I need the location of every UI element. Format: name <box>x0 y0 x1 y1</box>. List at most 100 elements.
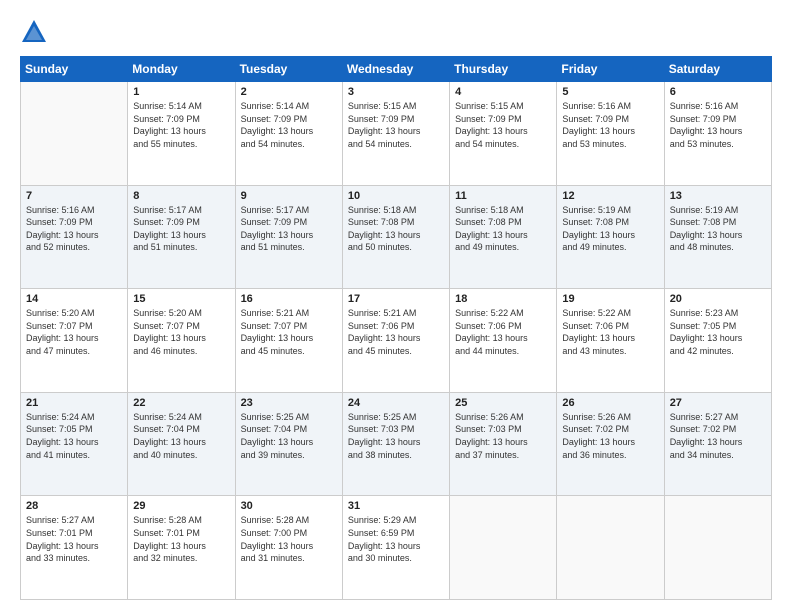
day-number: 1 <box>133 86 229 98</box>
calendar-cell: 4 Sunrise: 5:15 AMSunset: 7:09 PMDaylight… <box>450 82 557 186</box>
day-number: 27 <box>670 397 766 409</box>
day-info: Sunrise: 5:22 AMSunset: 7:06 PMDaylight:… <box>455 307 551 357</box>
calendar-week-row: 21 Sunrise: 5:24 AMSunset: 7:05 PMDayligh… <box>21 392 772 496</box>
day-number: 25 <box>455 397 551 409</box>
calendar-cell <box>664 496 771 600</box>
weekday-header: Monday <box>128 57 235 82</box>
calendar-week-row: 28 Sunrise: 5:27 AMSunset: 7:01 PMDayligh… <box>21 496 772 600</box>
calendar-cell: 18 Sunrise: 5:22 AMSunset: 7:06 PMDayligh… <box>450 289 557 393</box>
calendar-cell: 13Sunrise: 5:19 AMSunset: 7:08 PMDayligh… <box>664 185 771 289</box>
day-info: Sunrise: 5:26 AMSunset: 7:02 PMDaylight:… <box>562 411 658 461</box>
day-number: 26 <box>562 397 658 409</box>
calendar-cell: 6 Sunrise: 5:16 AMSunset: 7:09 PMDaylight… <box>664 82 771 186</box>
calendar-week-row: 1 Sunrise: 5:14 AMSunset: 7:09 PMDaylight… <box>21 82 772 186</box>
day-number: 13 <box>670 190 766 202</box>
header <box>20 18 772 46</box>
day-info: Sunrise: 5:15 AMSunset: 7:09 PMDaylight:… <box>455 100 551 150</box>
calendar-cell: 5 Sunrise: 5:16 AMSunset: 7:09 PMDaylight… <box>557 82 664 186</box>
day-number: 5 <box>562 86 658 98</box>
calendar-cell: 10 Sunrise: 5:18 AMSunset: 7:08 PMDayligh… <box>342 185 449 289</box>
day-info: Sunrise: 5:22 AMSunset: 7:06 PMDaylight:… <box>562 307 658 357</box>
day-number: 22 <box>133 397 229 409</box>
calendar-cell: 7 Sunrise: 5:16 AMSunset: 7:09 PMDaylight… <box>21 185 128 289</box>
day-number: 8 <box>133 190 229 202</box>
calendar-cell: 29 Sunrise: 5:28 AMSunset: 7:01 PMDayligh… <box>128 496 235 600</box>
calendar-cell: 21 Sunrise: 5:24 AMSunset: 7:05 PMDayligh… <box>21 392 128 496</box>
day-number: 12 <box>562 190 658 202</box>
day-info: Sunrise: 5:26 AMSunset: 7:03 PMDaylight:… <box>455 411 551 461</box>
weekday-header: Friday <box>557 57 664 82</box>
day-info: Sunrise: 5:14 AMSunset: 7:09 PMDaylight:… <box>133 100 229 150</box>
header-row: SundayMondayTuesdayWednesdayThursdayFrid… <box>21 57 772 82</box>
calendar-table: SundayMondayTuesdayWednesdayThursdayFrid… <box>20 56 772 600</box>
day-info: Sunrise: 5:28 AMSunset: 7:00 PMDaylight:… <box>241 514 337 564</box>
weekday-header: Wednesday <box>342 57 449 82</box>
day-number: 29 <box>133 500 229 512</box>
day-number: 20 <box>670 293 766 305</box>
day-info: Sunrise: 5:25 AMSunset: 7:04 PMDaylight:… <box>241 411 337 461</box>
day-info: Sunrise: 5:24 AMSunset: 7:04 PMDaylight:… <box>133 411 229 461</box>
day-info: Sunrise: 5:18 AMSunset: 7:08 PMDaylight:… <box>455 204 551 254</box>
calendar-cell: 2Sunrise: 5:14 AMSunset: 7:09 PMDaylight… <box>235 82 342 186</box>
day-info: Sunrise: 5:17 AMSunset: 7:09 PMDaylight:… <box>241 204 337 254</box>
calendar-cell <box>450 496 557 600</box>
day-number: 15 <box>133 293 229 305</box>
calendar-cell <box>21 82 128 186</box>
calendar-cell: 8Sunrise: 5:17 AMSunset: 7:09 PMDaylight… <box>128 185 235 289</box>
calendar-cell: 16Sunrise: 5:21 AMSunset: 7:07 PMDayligh… <box>235 289 342 393</box>
day-info: Sunrise: 5:21 AMSunset: 7:07 PMDaylight:… <box>241 307 337 357</box>
day-info: Sunrise: 5:16 AMSunset: 7:09 PMDaylight:… <box>670 100 766 150</box>
day-info: Sunrise: 5:18 AMSunset: 7:08 PMDaylight:… <box>348 204 444 254</box>
day-number: 23 <box>241 397 337 409</box>
logo-icon <box>20 18 48 46</box>
weekday-header: Sunday <box>21 57 128 82</box>
calendar-cell: 22 Sunrise: 5:24 AMSunset: 7:04 PMDayligh… <box>128 392 235 496</box>
day-info: Sunrise: 5:23 AMSunset: 7:05 PMDaylight:… <box>670 307 766 357</box>
day-number: 28 <box>26 500 122 512</box>
day-number: 10 <box>348 190 444 202</box>
calendar-cell: 3 Sunrise: 5:15 AMSunset: 7:09 PMDaylight… <box>342 82 449 186</box>
day-number: 21 <box>26 397 122 409</box>
calendar-cell: 30Sunrise: 5:28 AMSunset: 7:00 PMDayligh… <box>235 496 342 600</box>
calendar-week-row: 14 Sunrise: 5:20 AMSunset: 7:07 PMDayligh… <box>21 289 772 393</box>
calendar-cell <box>557 496 664 600</box>
day-number: 4 <box>455 86 551 98</box>
day-info: Sunrise: 5:28 AMSunset: 7:01 PMDaylight:… <box>133 514 229 564</box>
calendar-cell: 12 Sunrise: 5:19 AMSunset: 7:08 PMDayligh… <box>557 185 664 289</box>
calendar-cell: 14 Sunrise: 5:20 AMSunset: 7:07 PMDayligh… <box>21 289 128 393</box>
day-info: Sunrise: 5:20 AMSunset: 7:07 PMDaylight:… <box>26 307 122 357</box>
calendar-cell: 20 Sunrise: 5:23 AMSunset: 7:05 PMDayligh… <box>664 289 771 393</box>
calendar-cell: 28 Sunrise: 5:27 AMSunset: 7:01 PMDayligh… <box>21 496 128 600</box>
day-info: Sunrise: 5:24 AMSunset: 7:05 PMDaylight:… <box>26 411 122 461</box>
calendar-cell: 19 Sunrise: 5:22 AMSunset: 7:06 PMDayligh… <box>557 289 664 393</box>
day-info: Sunrise: 5:16 AMSunset: 7:09 PMDaylight:… <box>26 204 122 254</box>
day-number: 24 <box>348 397 444 409</box>
day-number: 11 <box>455 190 551 202</box>
day-info: Sunrise: 5:27 AMSunset: 7:01 PMDaylight:… <box>26 514 122 564</box>
day-number: 18 <box>455 293 551 305</box>
day-info: Sunrise: 5:16 AMSunset: 7:09 PMDaylight:… <box>562 100 658 150</box>
day-info: Sunrise: 5:15 AMSunset: 7:09 PMDaylight:… <box>348 100 444 150</box>
weekday-header: Thursday <box>450 57 557 82</box>
day-number: 19 <box>562 293 658 305</box>
day-info: Sunrise: 5:29 AMSunset: 6:59 PMDaylight:… <box>348 514 444 564</box>
calendar-cell: 24Sunrise: 5:25 AMSunset: 7:03 PMDayligh… <box>342 392 449 496</box>
day-number: 3 <box>348 86 444 98</box>
day-number: 17 <box>348 293 444 305</box>
day-info: Sunrise: 5:27 AMSunset: 7:02 PMDaylight:… <box>670 411 766 461</box>
day-number: 2 <box>241 86 337 98</box>
logo <box>20 18 52 46</box>
calendar-week-row: 7 Sunrise: 5:16 AMSunset: 7:09 PMDaylight… <box>21 185 772 289</box>
calendar-cell: 27 Sunrise: 5:27 AMSunset: 7:02 PMDayligh… <box>664 392 771 496</box>
calendar-cell: 31Sunrise: 5:29 AMSunset: 6:59 PMDayligh… <box>342 496 449 600</box>
calendar-cell: 25 Sunrise: 5:26 AMSunset: 7:03 PMDayligh… <box>450 392 557 496</box>
calendar-cell: 15Sunrise: 5:20 AMSunset: 7:07 PMDayligh… <box>128 289 235 393</box>
day-number: 7 <box>26 190 122 202</box>
day-number: 6 <box>670 86 766 98</box>
page: SundayMondayTuesdayWednesdayThursdayFrid… <box>0 0 792 612</box>
day-number: 14 <box>26 293 122 305</box>
weekday-header: Saturday <box>664 57 771 82</box>
day-info: Sunrise: 5:19 AMSunset: 7:08 PMDaylight:… <box>562 204 658 254</box>
calendar-cell: 1 Sunrise: 5:14 AMSunset: 7:09 PMDaylight… <box>128 82 235 186</box>
calendar-cell: 23 Sunrise: 5:25 AMSunset: 7:04 PMDayligh… <box>235 392 342 496</box>
